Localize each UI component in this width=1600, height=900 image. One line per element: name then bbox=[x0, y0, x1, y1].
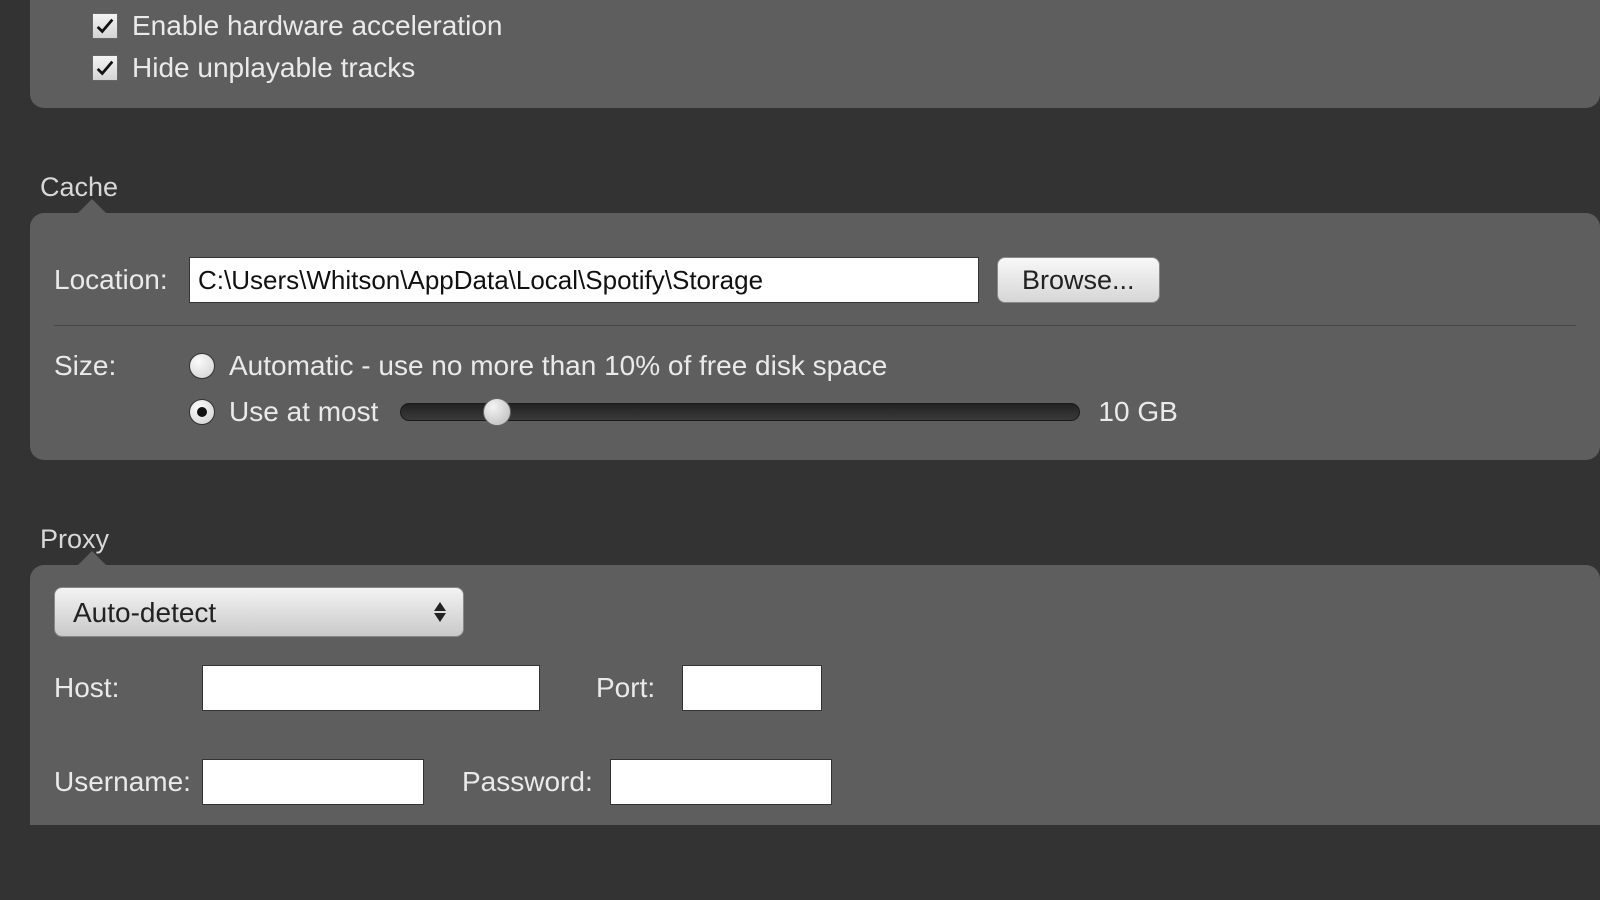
slider-thumb-icon[interactable] bbox=[483, 398, 511, 426]
proxy-host-input[interactable] bbox=[202, 665, 540, 711]
check-icon bbox=[94, 57, 116, 79]
hw-accel-checkbox[interactable] bbox=[92, 13, 118, 39]
proxy-title: Proxy bbox=[40, 524, 1600, 555]
cache-size-value: 10 GB bbox=[1098, 396, 1177, 428]
cache-size-auto-label: Automatic - use no more than 10% of free… bbox=[229, 350, 887, 382]
cache-size-atmost-radio[interactable] bbox=[189, 399, 215, 425]
hide-tracks-row: Hide unplayable tracks bbox=[92, 52, 1576, 84]
browse-button[interactable]: Browse... bbox=[997, 257, 1160, 303]
proxy-mode-wrap: Auto-detect bbox=[54, 587, 464, 637]
proxy-password-label: Password: bbox=[462, 766, 610, 798]
cache-location-row: Location: Browse... bbox=[54, 235, 1576, 326]
hide-tracks-label: Hide unplayable tracks bbox=[132, 52, 415, 84]
cache-size-atmost-label: Use at most bbox=[229, 396, 378, 428]
proxy-host-field: Host: bbox=[54, 665, 540, 711]
cache-size-auto-row: Automatic - use no more than 10% of free… bbox=[189, 350, 1178, 382]
cache-panel: Location: Browse... Size: Automatic - us… bbox=[30, 213, 1600, 460]
proxy-password-field: Password: bbox=[462, 759, 832, 805]
proxy-host-label: Host: bbox=[54, 672, 202, 704]
cache-size-auto-radio[interactable] bbox=[189, 353, 215, 379]
cache-size-row: Size: Automatic - use no more than 10% o… bbox=[54, 326, 1576, 450]
proxy-panel: Auto-detect Host: Port: Username: Passwo… bbox=[30, 565, 1600, 825]
hide-tracks-checkbox[interactable] bbox=[92, 55, 118, 81]
proxy-fields: Host: Port: Username: Password: bbox=[54, 665, 1576, 805]
cache-title: Cache bbox=[40, 172, 1600, 203]
cache-size-label: Size: bbox=[54, 348, 189, 382]
cache-location-label: Location: bbox=[54, 264, 189, 296]
cache-location-input[interactable] bbox=[189, 257, 979, 303]
proxy-port-label: Port: bbox=[596, 672, 682, 704]
proxy-port-field: Port: bbox=[596, 665, 822, 711]
cache-size-atmost-row: Use at most 10 GB bbox=[189, 396, 1178, 428]
top-settings-panel: Enable hardware acceleration Hide unplay… bbox=[30, 0, 1600, 108]
proxy-mode-select[interactable]: Auto-detect bbox=[54, 587, 464, 637]
proxy-username-input[interactable] bbox=[202, 759, 424, 805]
proxy-pointer-icon bbox=[76, 551, 108, 567]
proxy-password-input[interactable] bbox=[610, 759, 832, 805]
cache-size-slider-wrap: 10 GB bbox=[400, 396, 1177, 428]
cache-size-slider[interactable] bbox=[400, 403, 1080, 421]
hw-accel-row: Enable hardware acceleration bbox=[92, 10, 1576, 42]
proxy-port-input[interactable] bbox=[682, 665, 822, 711]
hw-accel-label: Enable hardware acceleration bbox=[132, 10, 502, 42]
proxy-username-label: Username: bbox=[54, 766, 202, 798]
cache-pointer-icon bbox=[76, 199, 108, 215]
cache-size-radio-group: Automatic - use no more than 10% of free… bbox=[189, 348, 1178, 428]
proxy-username-field: Username: bbox=[54, 759, 424, 805]
check-icon bbox=[94, 15, 116, 37]
